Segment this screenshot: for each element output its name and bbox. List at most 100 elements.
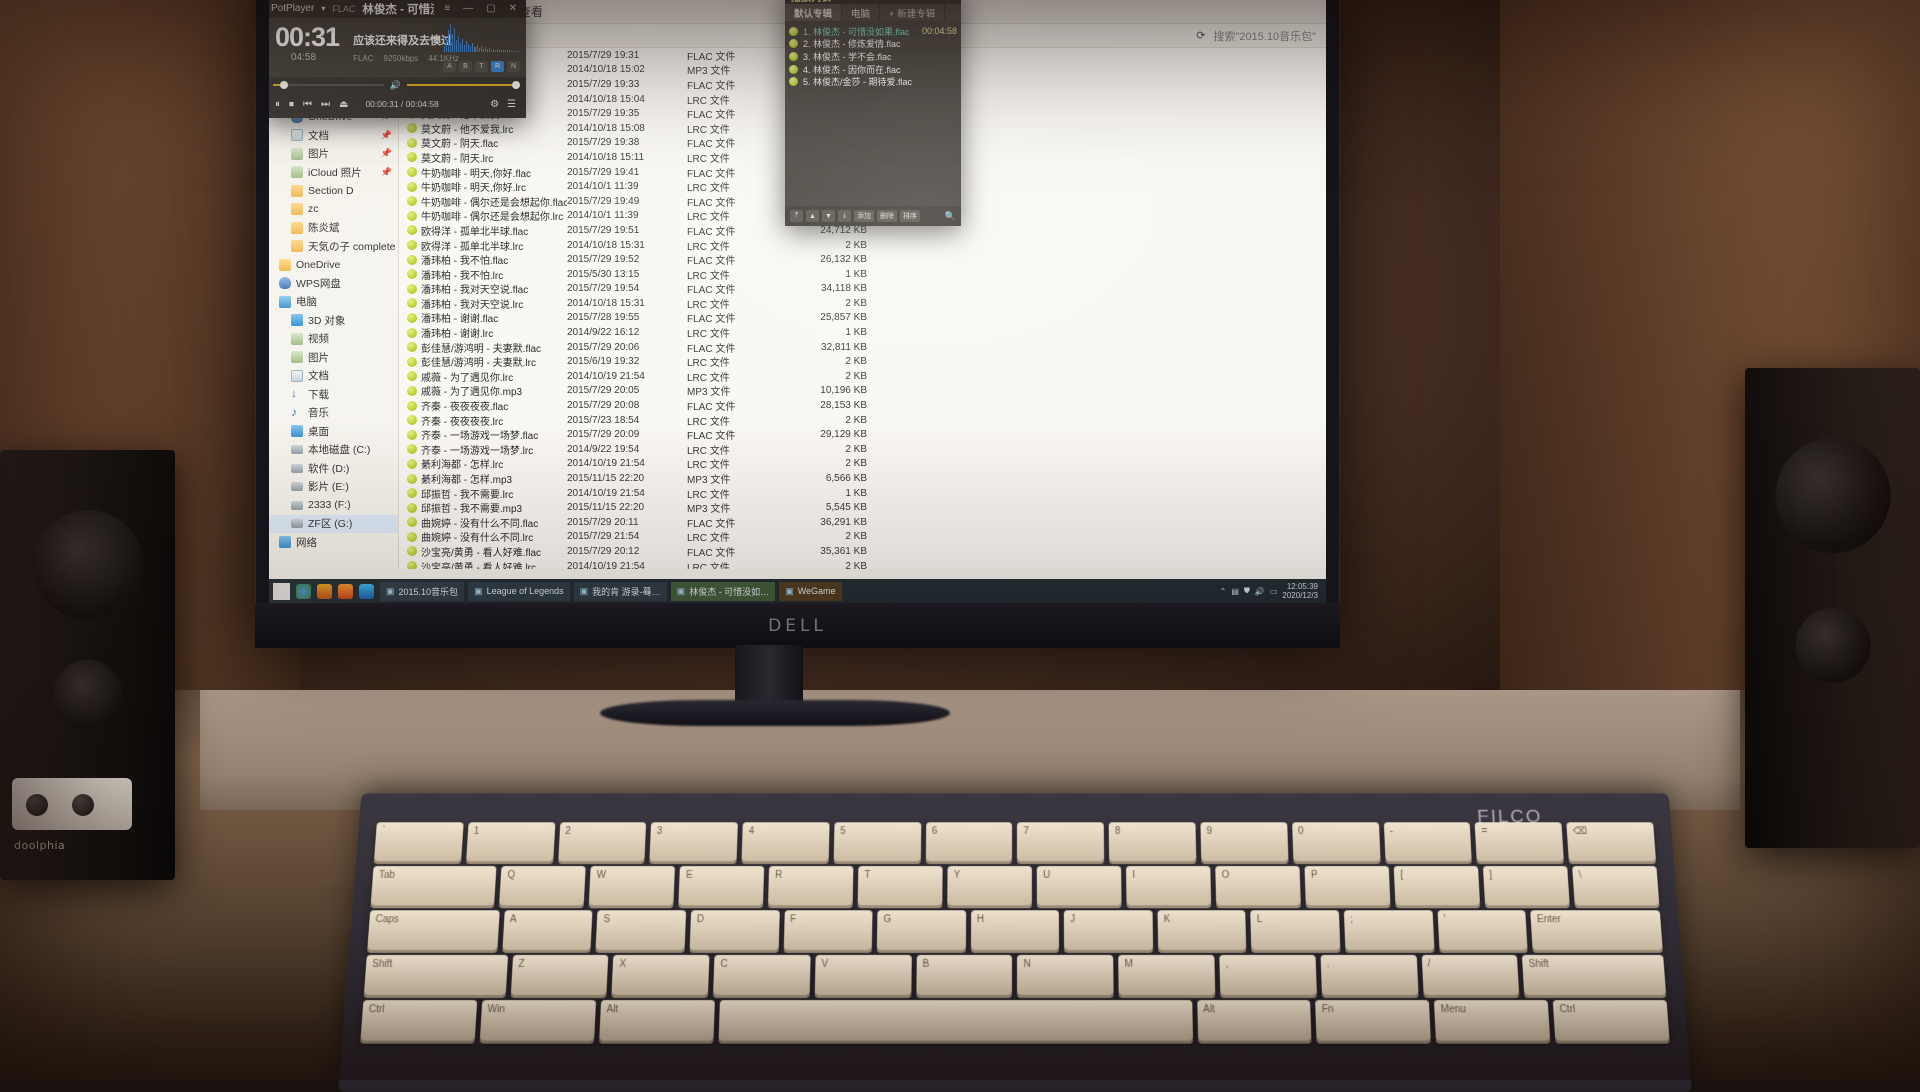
- volume-icon[interactable]: 🔊: [1255, 587, 1265, 596]
- sidebar-item-9[interactable]: 陈炎斌: [269, 219, 398, 238]
- key-G[interactable]: G: [877, 910, 966, 950]
- refresh-icon[interactable]: ⟳: [1196, 29, 1205, 42]
- mini-button-A[interactable]: A: [443, 61, 456, 72]
- table-row[interactable]: 曲婉婷 - 没有什么不同.flac2015/7/29 20:11FLAC 文件3…: [399, 515, 1326, 530]
- key-9[interactable]: 9: [1200, 822, 1288, 861]
- firefox-icon[interactable]: [338, 584, 353, 599]
- sidebar-item-17[interactable]: 文档: [269, 367, 398, 386]
- key--[interactable]: -: [1383, 822, 1472, 861]
- sidebar-item-13[interactable]: 电脑: [269, 293, 398, 312]
- playlist-tool-icon-0[interactable]: ⤒: [790, 210, 803, 222]
- seek-bar-row[interactable]: 🔊: [269, 77, 526, 93]
- key-U[interactable]: U: [1037, 866, 1122, 905]
- key-3[interactable]: 3: [650, 822, 738, 861]
- key-K[interactable]: K: [1157, 910, 1246, 950]
- playlist-add-button[interactable]: 添加: [854, 210, 874, 222]
- table-row[interactable]: 戚薇 - 为了遇见你.lrc2014/10/19 21:54LRC 文件2 KB: [399, 369, 1326, 384]
- pin-icon[interactable]: 📌: [381, 130, 392, 141]
- key-Shift[interactable]: Shift: [364, 955, 508, 995]
- system-tray[interactable]: ⌃ ▤ ⛊ 🔊 ▭ 12:05:39 2020/12/3: [1220, 582, 1322, 600]
- sidebar-item-26[interactable]: 网络: [269, 533, 398, 552]
- key-Caps[interactable]: Caps: [367, 910, 499, 950]
- playlist-tabs[interactable]: 默认专辑电脑+ 新建专辑: [785, 4, 961, 21]
- key-V[interactable]: V: [815, 955, 912, 995]
- taskbar-task-2[interactable]: ▣我的肯 游录-蓦…: [574, 582, 667, 601]
- key-Menu[interactable]: Menu: [1434, 1000, 1550, 1041]
- playlist-window[interactable]: 播放列表 默认专辑电脑+ 新建专辑 1. 林俊杰 - 可惜没如果.flac00:…: [785, 0, 961, 226]
- sidebar-item-6[interactable]: iCloud 照片📌: [269, 163, 398, 182]
- playlist-item[interactable]: 4. 林俊杰 - 因你而在.flac: [789, 63, 961, 76]
- table-row[interactable]: 潘玮柏 - 我对天空说.lrc2014/10/18 15:31LRC 文件2 K…: [399, 296, 1326, 311]
- taskbar-task-1[interactable]: ▣League of Legends: [468, 582, 570, 601]
- table-row[interactable]: 潘玮柏 - 我不怕.lrc2015/5/30 13:15LRC 文件1 KB: [399, 267, 1326, 282]
- key-[[interactable]: [: [1394, 866, 1480, 905]
- volume-icon[interactable]: 🔊: [390, 80, 401, 91]
- playlist-item[interactable]: 5. 林俊杰/金莎 - 期待爱.flac: [789, 75, 961, 88]
- key-C[interactable]: C: [713, 955, 810, 995]
- mini-button-N[interactable]: N: [507, 61, 520, 72]
- sidebar-item-16[interactable]: 图片: [269, 348, 398, 367]
- key-/[interactable]: /: [1421, 955, 1519, 995]
- key-J[interactable]: J: [1064, 910, 1153, 950]
- key-H[interactable]: H: [971, 910, 1060, 950]
- key-'[interactable]: ': [1437, 910, 1528, 950]
- sidebar-item-5[interactable]: 图片📌: [269, 145, 398, 164]
- table-row[interactable]: 邱振哲 - 我不需要.lrc2014/10/19 21:54LRC 文件1 KB: [399, 486, 1326, 501]
- playlist-items[interactable]: 1. 林俊杰 - 可惜没如果.flac00:04:582. 林俊杰 - 修炼爱情…: [785, 21, 961, 88]
- table-row[interactable]: 潘玮柏 - 我对天空说.flac2015/7/29 19:54FLAC 文件34…: [399, 282, 1326, 297]
- shield-icon[interactable]: ⛊: [1244, 586, 1250, 596]
- key-F[interactable]: F: [783, 910, 872, 950]
- minimize-icon[interactable]: —: [460, 3, 476, 14]
- key-\[interactable]: \: [1572, 866, 1659, 905]
- table-row[interactable]: 彭佳慧/游鸿明 - 夫妻默.lrc2015/6/19 19:32LRC 文件2 …: [399, 354, 1326, 369]
- key-6[interactable]: 6: [926, 822, 1013, 861]
- sidebar-item-8[interactable]: zc: [269, 200, 398, 219]
- table-row[interactable]: 潘玮柏 - 谢谢.lrc2014/9/22 16:12LRC 文件1 KB: [399, 325, 1326, 340]
- key-space[interactable]: [718, 1000, 1193, 1041]
- key-.[interactable]: .: [1320, 955, 1418, 995]
- key-P[interactable]: P: [1305, 866, 1391, 905]
- next-button[interactable]: ⏭: [321, 99, 330, 110]
- table-row[interactable]: 曲婉婷 - 没有什么不同.lrc2015/7/29 21:54LRC 文件2 K…: [399, 530, 1326, 545]
- key-X[interactable]: X: [612, 955, 710, 995]
- sidebar-item-10[interactable]: 天気の子 complete: [269, 237, 398, 256]
- key-R[interactable]: R: [768, 866, 853, 905]
- playlist-tool-icon-2[interactable]: ▼: [822, 210, 835, 222]
- key-5[interactable]: 5: [834, 822, 921, 861]
- key-M[interactable]: M: [1118, 955, 1215, 995]
- eject-button[interactable]: ⏏: [339, 99, 348, 110]
- key-1[interactable]: 1: [466, 822, 555, 861]
- playlist-toggle-icon[interactable]: ☰: [507, 99, 516, 110]
- mini-button-T[interactable]: T: [475, 61, 488, 72]
- table-row[interactable]: 邱振哲 - 我不需要.mp32015/11/15 22:20MP3 文件5,54…: [399, 500, 1326, 515]
- sidebar-item-11[interactable]: OneDrive: [269, 256, 398, 275]
- settings-icon[interactable]: ⚙: [490, 99, 499, 110]
- table-row[interactable]: 齐秦 - 夜夜夜夜.lrc2015/7/23 18:54LRC 文件2 KB: [399, 413, 1326, 428]
- pin-icon[interactable]: 📌: [381, 167, 392, 178]
- key-⌫[interactable]: ⌫: [1566, 822, 1656, 861]
- search-box[interactable]: 搜索"2015.10音乐包": [1213, 28, 1316, 44]
- sidebar-item-18[interactable]: ↓下载: [269, 385, 398, 404]
- sidebar-item-14[interactable]: 3D 对象: [269, 311, 398, 330]
- key-L[interactable]: L: [1251, 910, 1341, 950]
- key-E[interactable]: E: [679, 866, 765, 905]
- playlist-tab-1[interactable]: 电脑: [842, 4, 880, 21]
- table-row[interactable]: 沙宝亮/黄勇 - 看人好难.flac2015/7/29 20:12FLAC 文件…: [399, 544, 1326, 559]
- playlist-delete-button[interactable]: 删除: [877, 210, 897, 222]
- music-icon[interactable]: [317, 584, 332, 599]
- key-N[interactable]: N: [1017, 955, 1113, 995]
- pin-icon[interactable]: 📌: [381, 148, 392, 159]
- volume-slider[interactable]: [407, 84, 518, 86]
- table-row[interactable]: 潘玮柏 - 我不怕.flac2015/7/29 19:52FLAC 文件26,1…: [399, 252, 1326, 267]
- sidebar-item-25[interactable]: ZF区 (G:): [269, 515, 398, 534]
- playlist-item[interactable]: 2. 林俊杰 - 修炼爱情.flac: [789, 38, 961, 51]
- taskbar[interactable]: ▣2015.10音乐包▣League of Legends▣我的肯 游录-蓦…▣…: [269, 579, 1326, 603]
- sidebar-item-15[interactable]: 视频: [269, 330, 398, 349]
- network-icon[interactable]: ▤: [1231, 587, 1239, 596]
- sidebar-item-24[interactable]: 2333 (F:): [269, 496, 398, 515]
- potplayer-titlebar[interactable]: PotPlayer ▾ FLAC 林俊杰 - 可惜没如果.flac ≡ — ▢ …: [269, 0, 526, 18]
- key-Win[interactable]: Win: [480, 1000, 596, 1041]
- windows-start-icon[interactable]: [273, 583, 290, 600]
- playlist-toolbar[interactable]: ⤒▲▼⤓添加删除排序🔍: [785, 206, 961, 226]
- key-O[interactable]: O: [1215, 866, 1301, 905]
